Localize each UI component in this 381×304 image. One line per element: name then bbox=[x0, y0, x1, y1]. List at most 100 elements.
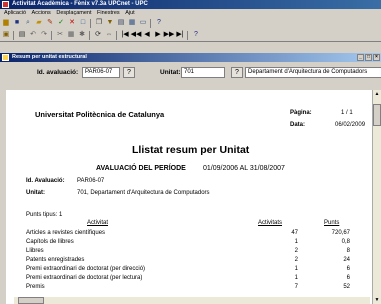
lookup-button[interactable]: ? bbox=[231, 67, 243, 78]
toolbar-main: ▆ ■ ⌕ ▰ ✎ ✓ ✕ □ ❐ ▼ ▤ ▦ ▭ ? bbox=[0, 17, 381, 29]
last-icon[interactable]: ▶| bbox=[175, 30, 185, 40]
date-value: 06/02/2009 bbox=[335, 122, 366, 128]
refresh-icon[interactable]: ⟳ bbox=[93, 30, 103, 40]
folder-icon[interactable]: ▰ bbox=[34, 18, 44, 28]
toolbar-separator bbox=[150, 18, 151, 28]
cut-icon[interactable]: ✂ bbox=[55, 30, 65, 40]
zoom-icon[interactable]: ⇔ bbox=[104, 30, 114, 40]
filter-bar: Id. avaluació: PAR06-07 ? Unitat: 701 ? … bbox=[0, 62, 381, 82]
cell-points: 6 bbox=[346, 275, 350, 281]
vertical-scrollbar[interactable]: ▲ ▼ bbox=[372, 90, 381, 304]
query-icon[interactable]: ✱ bbox=[77, 30, 87, 40]
toolbar-separator bbox=[51, 30, 52, 40]
toolbar-separator bbox=[90, 18, 91, 28]
menu-bar: Aplicació Accions Desplaçament Finestres… bbox=[0, 9, 381, 17]
report-id-label: Id. Avaluació: bbox=[26, 178, 65, 184]
university-name: Universitat Politècnica de Catalunya bbox=[35, 110, 165, 119]
toolbar-navigation: ▣ ▤ ↶ ↷ ✂ ▦ ✱ ⟳ ⇔ |◀ ◀◀ ◀ ▶ ▶▶ ▶| ? bbox=[0, 29, 381, 42]
window-icon[interactable]: ▭ bbox=[138, 18, 148, 28]
paste-icon[interactable]: ▦ bbox=[66, 30, 76, 40]
open-icon[interactable]: ▆ bbox=[1, 18, 11, 28]
cell-count: 1 bbox=[294, 275, 298, 281]
redo-icon[interactable]: ↷ bbox=[39, 30, 49, 40]
lookup-button[interactable]: ? bbox=[123, 67, 135, 78]
help-icon[interactable]: ? bbox=[154, 18, 164, 28]
window-icon bbox=[2, 54, 9, 61]
menu-aplicacio[interactable]: Aplicació bbox=[4, 10, 26, 16]
cell-activity: Capítols de llibres bbox=[26, 239, 74, 245]
toolbar-separator bbox=[116, 30, 117, 40]
minimize-button[interactable]: _ bbox=[357, 54, 364, 61]
report-page: Universitat Politècnica de Catalunya Pàg… bbox=[6, 90, 372, 304]
scroll-down-icon[interactable]: ▼ bbox=[373, 296, 381, 304]
report-unit-label: Unitat: bbox=[26, 190, 45, 196]
print-icon[interactable]: ▤ bbox=[116, 18, 126, 28]
scroll-thumb[interactable] bbox=[373, 104, 381, 126]
cell-points: 52 bbox=[343, 284, 350, 290]
find-icon[interactable]: ⌕ bbox=[23, 18, 33, 28]
new-icon[interactable]: □ bbox=[78, 18, 88, 28]
edit-icon[interactable]: ✎ bbox=[45, 18, 55, 28]
scroll-up-icon[interactable]: ▲ bbox=[373, 90, 381, 98]
app-icon bbox=[2, 1, 9, 8]
toolbar-separator bbox=[187, 30, 188, 40]
menu-desplacament[interactable]: Desplaçament bbox=[56, 10, 91, 16]
next-icon[interactable]: ▶ bbox=[153, 30, 163, 40]
help-icon: ? bbox=[127, 69, 131, 76]
id-avaluacio-label: Id. avaluació: bbox=[37, 69, 79, 76]
save-icon[interactable]: ▣ bbox=[1, 30, 11, 40]
scroll-thumb[interactable] bbox=[18, 297, 44, 304]
menu-finestres[interactable]: Finestres bbox=[97, 10, 120, 16]
cell-points: 0,8 bbox=[341, 239, 350, 245]
toolbar-separator bbox=[89, 30, 90, 40]
cell-activity: Llibres bbox=[26, 248, 44, 254]
menu-accions[interactable]: Accions bbox=[32, 10, 51, 16]
close-button[interactable]: × bbox=[373, 54, 380, 61]
prev-icon[interactable]: ◀ bbox=[142, 30, 152, 40]
page-label: Pàgina: bbox=[290, 110, 312, 116]
cell-count: 2 bbox=[294, 248, 298, 254]
report-title: Llistat resum per Unitat bbox=[132, 144, 250, 156]
inner-window-title: Resum per unitat estructural bbox=[12, 54, 87, 60]
date-label: Data: bbox=[290, 122, 306, 128]
cell-points: 24 bbox=[343, 257, 350, 263]
inner-window-title-bar: Resum per unitat estructural _ □ × bbox=[0, 53, 381, 62]
copy-icon[interactable]: ❐ bbox=[94, 18, 104, 28]
save-icon[interactable]: ■ bbox=[12, 18, 22, 28]
period-value: 01/09/2006 AL 31/08/2007 bbox=[203, 165, 285, 172]
prev-page-icon[interactable]: ◀◀ bbox=[131, 30, 142, 40]
cell-count: 1 bbox=[294, 266, 298, 272]
cell-points: 720,67 bbox=[331, 230, 350, 236]
cell-count: 1 bbox=[294, 239, 298, 245]
column-header-activitat: Activitat bbox=[87, 220, 109, 226]
cell-count: 47 bbox=[291, 230, 298, 236]
points-type: Punts tipus: 1 bbox=[26, 212, 63, 218]
unitat-name-field: Departament d'Arquitectura de Computador… bbox=[245, 67, 381, 78]
first-icon[interactable]: |◀ bbox=[120, 30, 130, 40]
delete-icon[interactable]: ✕ bbox=[67, 18, 77, 28]
unitat-code-field[interactable]: 701 bbox=[181, 67, 225, 78]
page-value: 1 / 1 bbox=[341, 110, 353, 116]
print-icon[interactable]: ▤ bbox=[17, 30, 27, 40]
cell-count: 2 bbox=[294, 257, 298, 263]
next-page-icon[interactable]: ▶▶ bbox=[164, 30, 175, 40]
filter-icon[interactable]: ▼ bbox=[105, 18, 115, 28]
check-icon[interactable]: ✓ bbox=[56, 18, 66, 28]
cell-activity: Articles a revistes científiques bbox=[26, 230, 106, 236]
unitat-label: Unitat: bbox=[160, 69, 181, 76]
grid-icon[interactable]: ▦ bbox=[127, 18, 137, 28]
id-avaluacio-field[interactable]: PAR06-07 bbox=[82, 67, 120, 78]
help-icon: ? bbox=[235, 69, 239, 76]
maximize-button[interactable]: □ bbox=[365, 54, 372, 61]
column-header-activitats: Activitats bbox=[258, 220, 283, 226]
menu-ajut[interactable]: Ajut bbox=[125, 10, 134, 16]
app-title-bar: Activitat Acadèmica - Fènix v7.3a UPCnet… bbox=[0, 0, 381, 9]
help-icon[interactable]: ? bbox=[191, 30, 201, 40]
report-unit-value: 701, Departament d'Arquitectura de Compu… bbox=[77, 190, 210, 196]
cell-activity: Patents enregistrades bbox=[26, 257, 85, 263]
undo-icon[interactable]: ↶ bbox=[28, 30, 38, 40]
app-title: Activitat Acadèmica - Fènix v7.3a UPCnet… bbox=[12, 1, 148, 7]
horizontal-scrollbar[interactable] bbox=[14, 297, 370, 304]
report-id-value: PAR06-07 bbox=[77, 178, 105, 184]
cell-activity: Premi extraordinari de doctorat (per dir… bbox=[26, 266, 146, 272]
